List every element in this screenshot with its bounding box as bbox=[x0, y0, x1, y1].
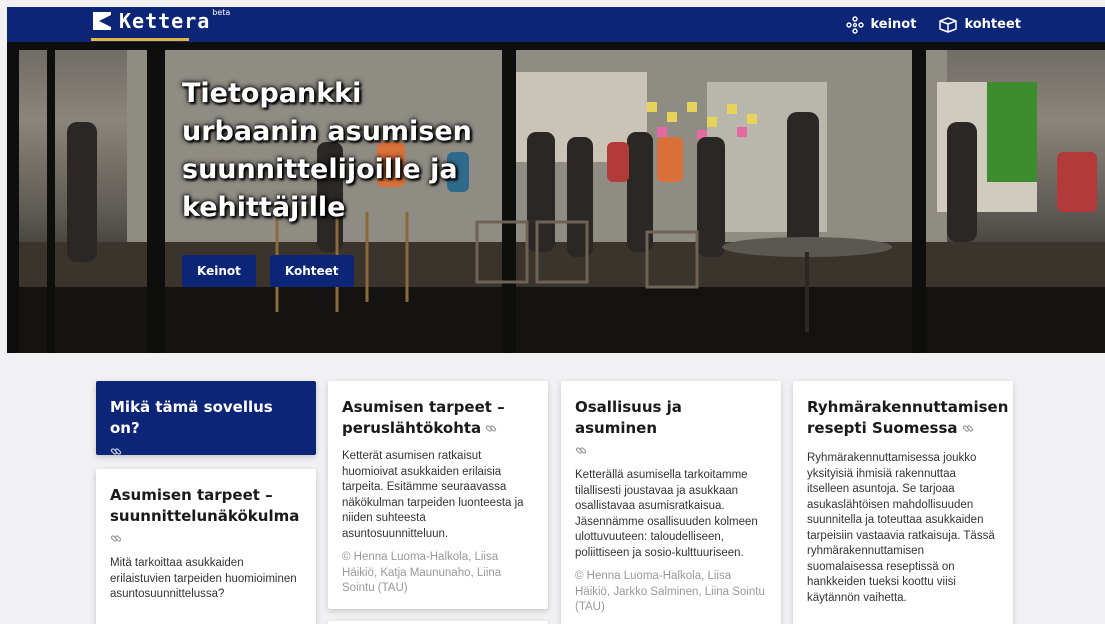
card-needs-basis-text: Ketterät asumisen ratkaisut huomioivat a… bbox=[342, 450, 524, 540]
link-icon bbox=[962, 424, 973, 432]
hero-background-photo bbox=[7, 42, 1105, 353]
logo[interactable]: Kettera beta bbox=[91, 7, 231, 33]
keinot-button[interactable]: Keinot bbox=[182, 255, 256, 287]
card-needs-planning-title: Asumisen tarpeet – suunnittelunäkökulma bbox=[110, 486, 300, 525]
card-group-building-title: Ryhmärakennuttamisen resepti Suomessa bbox=[807, 398, 1009, 437]
top-navigation-bar: Kettera beta keinot kohteet bbox=[7, 7, 1105, 42]
nav-kohteet-label: kohteet bbox=[964, 17, 1021, 32]
hero-banner: Tietopankki urbaanin asumisen suunnittel… bbox=[7, 42, 1105, 353]
logo-text: Kettera bbox=[119, 9, 211, 33]
card-group-building-text: Ryhmärakennuttamisessa joukko yksityisiä… bbox=[807, 452, 995, 604]
card-about-title: Mikä tämä sovellus on? bbox=[110, 398, 273, 437]
link-icon bbox=[110, 534, 122, 542]
nav-kohteet[interactable]: kohteet bbox=[938, 16, 1021, 34]
nav-keinot-label: keinot bbox=[870, 17, 917, 32]
box-icon bbox=[939, 16, 958, 33]
card-needs-planning-text: Mitä tarkoittaa asukkaiden erilaistuvien… bbox=[110, 557, 297, 600]
card-group-building[interactable]: Ryhmärakennuttamisen resepti Suomessa Ry… bbox=[793, 381, 1013, 624]
main-nav: keinot kohteet bbox=[846, 7, 1021, 42]
card-participation[interactable]: Osallisuus ja asuminen Ketterällä asumis… bbox=[561, 381, 781, 624]
nav-keinot[interactable]: keinot bbox=[846, 15, 917, 34]
link-icon bbox=[486, 424, 497, 432]
beta-badge: beta bbox=[212, 7, 231, 17]
link-icon bbox=[575, 446, 587, 454]
card-participation-credit: © Henna Luoma-Halkola, Liisa Häikiö, Jar… bbox=[575, 570, 765, 613]
hero-title: Tietopankki urbaanin asumisen suunnittel… bbox=[182, 78, 472, 223]
card-needs-planning[interactable]: Asumisen tarpeet – suunnittelunäkökulma … bbox=[96, 469, 316, 624]
molecule-icon bbox=[846, 15, 865, 34]
kettera-logo-icon bbox=[93, 12, 111, 30]
card-participation-title: Osallisuus ja asuminen bbox=[575, 398, 682, 437]
link-icon bbox=[110, 447, 122, 455]
hero-buttons: Keinot Kohteet bbox=[182, 255, 354, 287]
card-needs-basis-title: Asumisen tarpeet – peruslähtökohta bbox=[342, 398, 505, 437]
page: Kettera beta keinot kohteet Tietopankki … bbox=[7, 7, 1105, 624]
card-participation-text: Ketterällä asumisella tarkoitamme tilall… bbox=[575, 469, 758, 559]
card-needs-basis-credit: © Henna Luoma-Halkola, Liisa Häikiö, Kat… bbox=[342, 551, 502, 594]
active-indicator bbox=[91, 38, 189, 41]
card-about-app[interactable]: Mikä tämä sovellus on? bbox=[96, 381, 316, 455]
card-needs-basis[interactable]: Asumisen tarpeet – peruslähtökohta Kette… bbox=[328, 381, 548, 609]
kohteet-button[interactable]: Kohteet bbox=[269, 255, 354, 287]
